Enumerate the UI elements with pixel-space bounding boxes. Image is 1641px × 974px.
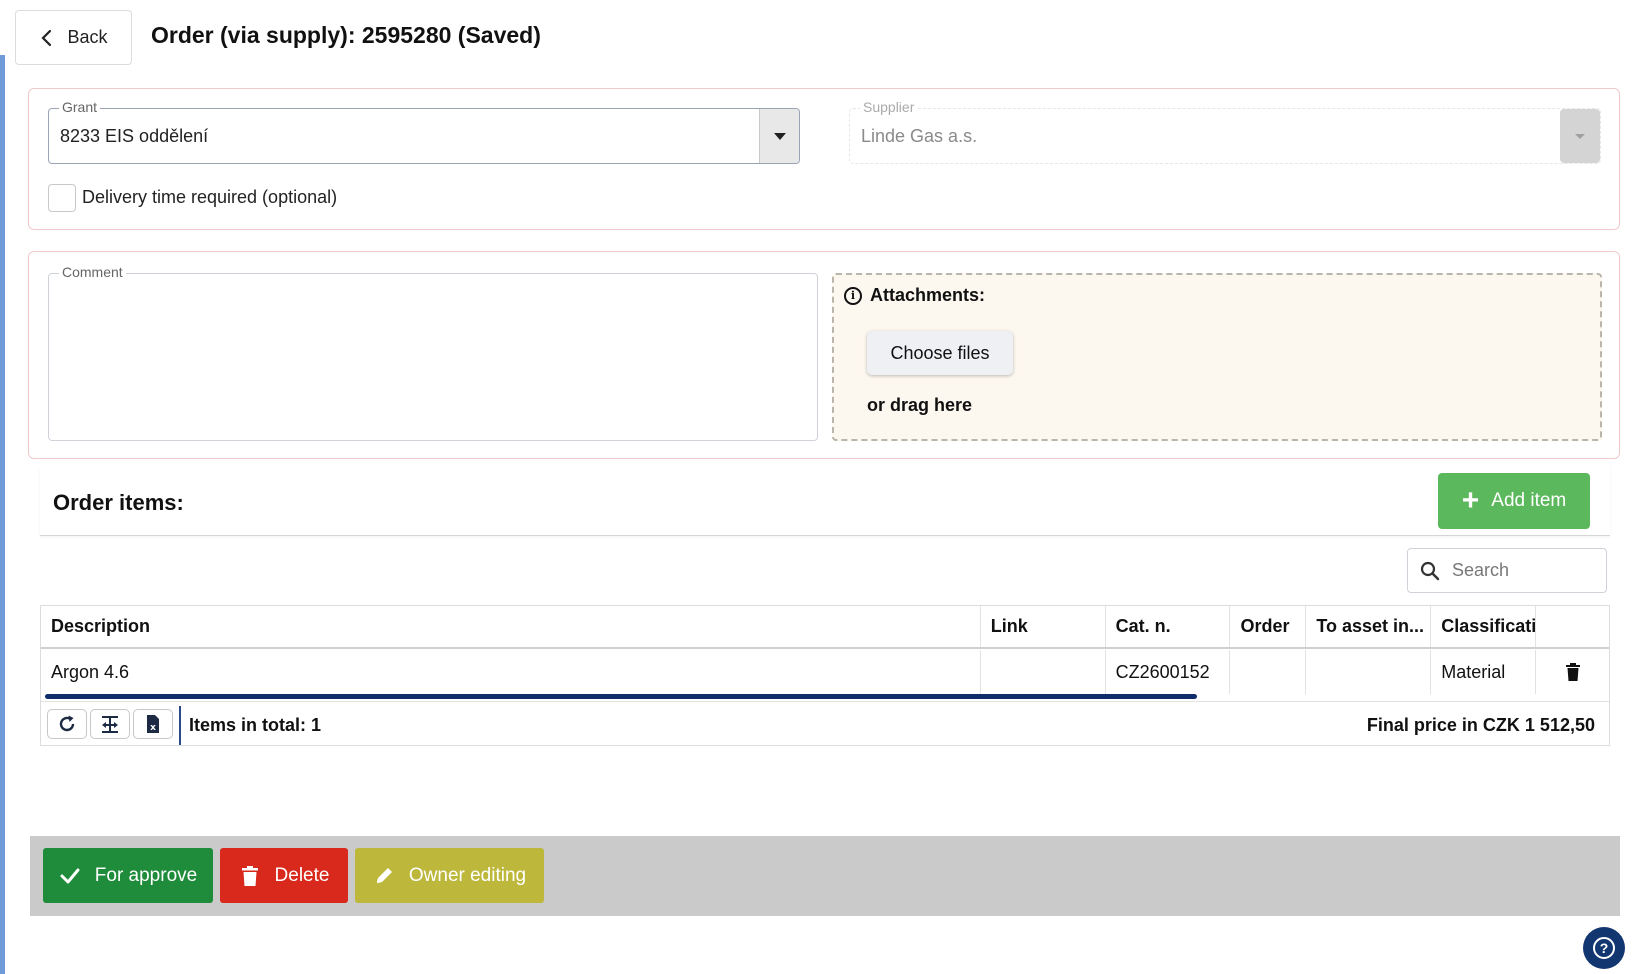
supplier-value: Linde Gas a.s. bbox=[861, 126, 978, 146]
attachments-dropzone[interactable]: i Attachments: Choose files or drag here bbox=[832, 273, 1602, 441]
cell-to-asset[interactable] bbox=[1306, 650, 1432, 694]
check-icon bbox=[60, 868, 80, 883]
cell-description[interactable]: Argon 4.6 bbox=[41, 650, 981, 694]
column-header-link[interactable]: Link bbox=[981, 606, 1106, 647]
drag-hint: or drag here bbox=[867, 395, 973, 415]
excel-file-icon: x bbox=[147, 715, 159, 733]
back-button[interactable]: Back bbox=[15, 10, 132, 65]
general-card: Grant 8233 EIS oddělení Supplier Linde G… bbox=[28, 88, 1620, 230]
info-icon: i bbox=[844, 286, 862, 305]
help-button[interactable]: ? bbox=[1583, 927, 1625, 969]
fit-width-icon bbox=[102, 716, 118, 733]
owner-editing-label: Owner editing bbox=[408, 864, 527, 886]
left-rail bbox=[0, 55, 5, 974]
grant-select[interactable]: Grant 8233 EIS oddělení bbox=[48, 99, 800, 164]
grant-value: 8233 EIS oddělení bbox=[60, 126, 209, 146]
order-items-table: Description Link Cat. n. Order To asset … bbox=[40, 605, 1610, 746]
action-bar: For approve Delete Owner editing bbox=[30, 836, 1620, 916]
question-icon: ? bbox=[1593, 937, 1615, 959]
back-label: Back bbox=[67, 27, 108, 47]
delete-label: Delete bbox=[274, 864, 330, 886]
svg-text:x: x bbox=[150, 723, 156, 733]
choose-files-button[interactable]: Choose files bbox=[867, 331, 1013, 375]
supplier-dropdown-button bbox=[1560, 109, 1600, 163]
horizontal-scrollbar[interactable] bbox=[45, 694, 1197, 699]
delivery-time-label: Delivery time required (optional) bbox=[82, 187, 338, 207]
for-approve-label: For approve bbox=[94, 864, 198, 886]
page-title: Order (via supply): 2595280 (Saved) bbox=[151, 22, 541, 48]
column-header-actions bbox=[1536, 606, 1609, 647]
caret-down-icon bbox=[773, 132, 786, 140]
attachments-header: i Attachments: bbox=[844, 285, 985, 306]
comment-attachments-card: Comment i Attachments: Choose files or d… bbox=[28, 251, 1620, 459]
grant-dropdown-button[interactable] bbox=[759, 109, 799, 163]
table-tools: x bbox=[47, 709, 173, 739]
refresh-icon bbox=[59, 715, 75, 732]
supplier-select: Supplier Linde Gas a.s. bbox=[849, 99, 1601, 164]
final-price: Final price in CZK 1 512,50 bbox=[1366, 715, 1595, 735]
owner-editing-button[interactable]: Owner editing bbox=[355, 848, 544, 903]
column-header-description[interactable]: Description bbox=[41, 606, 981, 647]
table-footer: x Items in total: 1 Final price in CZK 1… bbox=[41, 701, 1609, 746]
cell-link[interactable] bbox=[981, 650, 1106, 694]
search-placeholder: Search bbox=[1452, 560, 1510, 580]
cell-cat-n[interactable]: CZ2600152 bbox=[1106, 650, 1231, 694]
column-header-classification[interactable]: Classificati... bbox=[1431, 606, 1537, 647]
comment-legend: Comment bbox=[59, 264, 126, 280]
search-input[interactable]: Search bbox=[1407, 548, 1607, 593]
delete-button[interactable]: Delete bbox=[220, 848, 348, 903]
comment-textarea[interactable]: Comment bbox=[48, 264, 818, 441]
grant-legend: Grant bbox=[59, 99, 101, 115]
supplier-legend: Supplier bbox=[860, 99, 918, 115]
pencil-icon bbox=[376, 867, 392, 883]
table-row[interactable]: Argon 4.6 CZ2600152 Material bbox=[41, 650, 1609, 694]
for-approve-button[interactable]: For approve bbox=[43, 848, 213, 903]
add-item-label: Add item bbox=[1491, 490, 1567, 511]
order-items-header: Order items: + Add item bbox=[40, 466, 1610, 536]
search-icon bbox=[1420, 561, 1440, 580]
fit-columns-button[interactable] bbox=[90, 709, 130, 739]
delivery-time-checkbox[interactable] bbox=[48, 184, 76, 212]
attachments-title: Attachments: bbox=[870, 285, 986, 305]
export-excel-button[interactable]: x bbox=[133, 709, 173, 739]
trash-icon bbox=[1565, 663, 1580, 681]
trash-icon bbox=[241, 865, 258, 886]
order-items-title: Order items: bbox=[53, 490, 184, 515]
footer-divider bbox=[179, 706, 181, 745]
refresh-button[interactable] bbox=[47, 709, 87, 739]
chevron-left-icon bbox=[41, 29, 52, 46]
plus-icon: + bbox=[1461, 484, 1480, 517]
column-header-cat-n[interactable]: Cat. n. bbox=[1106, 606, 1231, 647]
cell-order[interactable] bbox=[1230, 650, 1307, 694]
cell-classification[interactable]: Material bbox=[1431, 650, 1537, 694]
delete-row-button[interactable] bbox=[1536, 650, 1609, 694]
items-total: Items in total: 1 bbox=[189, 715, 322, 735]
table-header-row: Description Link Cat. n. Order To asset … bbox=[41, 606, 1609, 649]
column-header-order[interactable]: Order bbox=[1230, 606, 1307, 647]
caret-down-icon bbox=[1575, 133, 1585, 139]
add-item-button[interactable]: + Add item bbox=[1438, 473, 1590, 529]
column-header-to-asset[interactable]: To asset in... bbox=[1306, 606, 1432, 647]
